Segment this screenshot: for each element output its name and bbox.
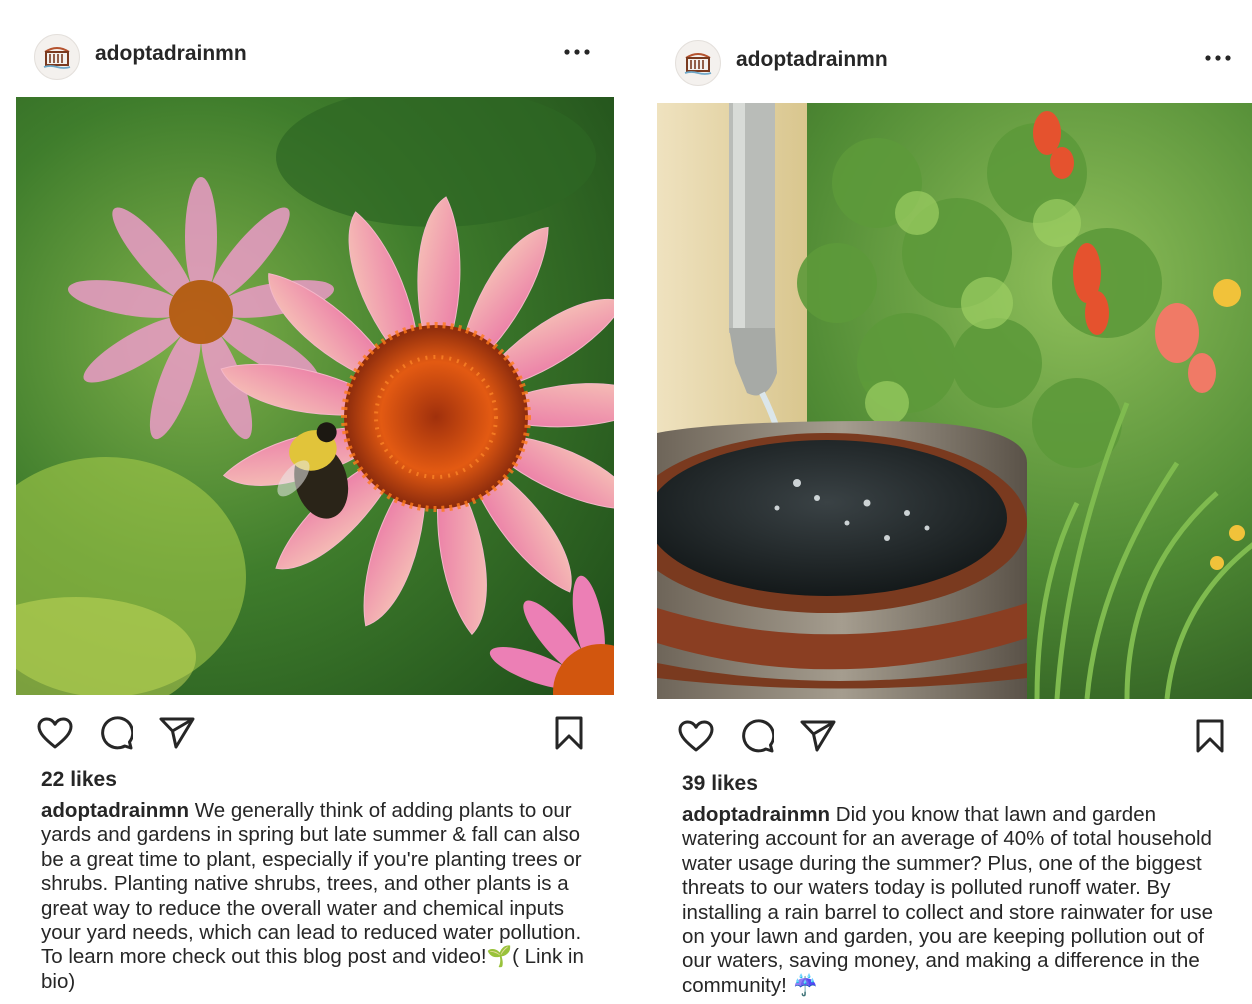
- storm-drain-logo: [43, 47, 71, 69]
- post-actions-bar: [657, 716, 1252, 756]
- avatar[interactable]: [675, 40, 721, 86]
- comment-bubble-icon[interactable]: [96, 713, 136, 753]
- post-photo-coneflower-bee[interactable]: [16, 97, 614, 695]
- avatar[interactable]: [34, 34, 80, 80]
- comment-bubble-icon[interactable]: [737, 716, 777, 756]
- more-options-icon[interactable]: [562, 40, 592, 64]
- storm-drain-logo: [684, 53, 712, 75]
- paper-plane-icon[interactable]: [798, 716, 838, 756]
- heart-icon[interactable]: [35, 713, 75, 753]
- likes-count[interactable]: 22 likes: [41, 768, 117, 792]
- paper-plane-icon[interactable]: [157, 713, 197, 753]
- caption-text: Did you know that lawn and garden wateri…: [682, 803, 1213, 997]
- post-header: adoptadrainmn: [657, 36, 1252, 92]
- heart-icon[interactable]: [676, 716, 716, 756]
- bookmark-icon[interactable]: [1190, 716, 1230, 756]
- post-caption: adoptadrainmn We generally think of addi…: [41, 799, 589, 994]
- instagram-post-1: adoptadrainmn 22 likes adoptadrainmn We …: [16, 0, 614, 1004]
- caption-text: We generally think of adding plants to o…: [41, 799, 584, 993]
- caption-username[interactable]: adoptadrainmn: [41, 799, 189, 822]
- more-options-icon[interactable]: [1203, 46, 1233, 70]
- instagram-post-2: adoptadrainmn 39 likes adoptadrainmn Did…: [657, 0, 1252, 1004]
- post-username[interactable]: adoptadrainmn: [95, 42, 247, 66]
- caption-username[interactable]: adoptadrainmn: [682, 803, 830, 826]
- post-actions-bar: [16, 713, 614, 753]
- post-username[interactable]: adoptadrainmn: [736, 48, 888, 72]
- post-photo-rain-barrel[interactable]: [657, 103, 1252, 699]
- bookmark-icon[interactable]: [549, 713, 589, 753]
- post-caption: adoptadrainmn Did you know that lawn and…: [682, 803, 1230, 998]
- post-header: adoptadrainmn: [16, 30, 614, 86]
- likes-count[interactable]: 39 likes: [682, 772, 758, 796]
